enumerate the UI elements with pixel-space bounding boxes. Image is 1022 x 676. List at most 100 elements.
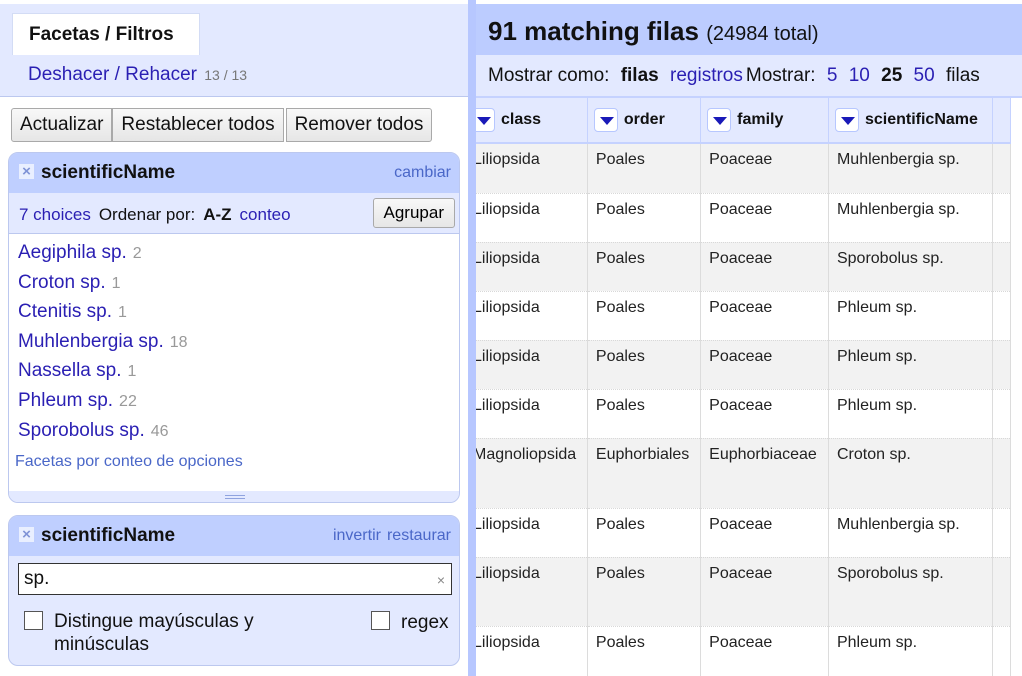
- cell-scientificname[interactable]: Phleum sp.: [828, 291, 993, 341]
- cell-next[interactable]: [992, 193, 1012, 243]
- facet-choice[interactable]: Aegiphila sp. 2: [9, 238, 459, 268]
- cell-family[interactable]: Poaceae: [700, 193, 829, 243]
- cell-family[interactable]: Poaceae: [700, 242, 829, 292]
- cell-order[interactable]: Poales: [587, 242, 702, 292]
- cell-scientificname[interactable]: Sporobolus sp.: [828, 557, 993, 627]
- cell-class[interactable]: Magnoliopsida: [476, 438, 588, 509]
- cell-next[interactable]: [992, 626, 1012, 676]
- refresh-button[interactable]: Actualizar: [11, 108, 113, 142]
- column-menu-dropdown-icon[interactable]: [476, 108, 495, 132]
- cell-order[interactable]: Euphorbiales: [587, 438, 702, 509]
- page-size-10[interactable]: 10: [849, 65, 870, 86]
- cell-order[interactable]: Poales: [587, 557, 702, 627]
- facet-choice[interactable]: Croton sp. 1: [9, 268, 459, 298]
- data-table-viewport[interactable]: class order family scientificName Liliop…: [476, 98, 1022, 676]
- cell-next[interactable]: [992, 389, 1012, 439]
- column-header-order[interactable]: order: [587, 98, 702, 144]
- cell-order[interactable]: Poales: [587, 143, 702, 194]
- page-size-5[interactable]: 5: [827, 65, 838, 86]
- facet-resize-handle[interactable]: [9, 491, 459, 502]
- facet-choice[interactable]: Sporobolus sp. 46: [9, 416, 459, 446]
- cell-order[interactable]: Poales: [587, 626, 702, 676]
- facet-choice[interactable]: Ctenitis sp. 1: [9, 297, 459, 327]
- cluster-button[interactable]: Agrupar: [372, 198, 455, 228]
- cell-order[interactable]: Poales: [587, 508, 702, 558]
- cell-next[interactable]: [992, 508, 1012, 558]
- cell-family[interactable]: Poaceae: [700, 340, 829, 390]
- cell-family[interactable]: Poaceae: [700, 389, 829, 439]
- column-header-next[interactable]: [992, 98, 1012, 144]
- cell-order[interactable]: Poales: [587, 389, 702, 439]
- cell-family[interactable]: Poaceae: [700, 626, 829, 676]
- facet-choice-name[interactable]: Ctenitis sp.: [18, 301, 112, 322]
- cell-class[interactable]: Liliopsida: [476, 508, 588, 558]
- cell-scientificname[interactable]: Croton sp.: [828, 438, 993, 509]
- cell-class[interactable]: Liliopsida: [476, 193, 588, 243]
- cell-scientificname[interactable]: Muhlenbergia sp.: [828, 193, 993, 243]
- column-menu-dropdown-icon[interactable]: [707, 108, 732, 132]
- cell-class[interactable]: Liliopsida: [476, 291, 588, 341]
- undo-redo-link[interactable]: Deshacer / Rehacer 13 / 13: [28, 64, 247, 86]
- reset-link[interactable]: restaurar: [387, 527, 451, 544]
- column-header-family[interactable]: family: [700, 98, 829, 144]
- facet-choice[interactable]: Phleum sp. 22: [9, 386, 459, 416]
- cell-class[interactable]: Liliopsida: [476, 340, 588, 390]
- close-icon[interactable]: ×: [19, 164, 34, 179]
- cell-order[interactable]: Poales: [587, 193, 702, 243]
- records-mode-option[interactable]: registros: [670, 65, 743, 86]
- close-icon[interactable]: ×: [19, 527, 34, 542]
- sort-az-option[interactable]: A-Z: [203, 205, 231, 224]
- cell-next[interactable]: [992, 143, 1012, 194]
- column-header-scientificname[interactable]: scientificName: [828, 98, 993, 144]
- cell-order[interactable]: Poales: [587, 340, 702, 390]
- cell-class[interactable]: Liliopsida: [476, 389, 588, 439]
- facet-choice-name[interactable]: Phleum sp.: [18, 390, 113, 411]
- cell-next[interactable]: [992, 242, 1012, 292]
- facet-choice-name[interactable]: Muhlenbergia sp.: [18, 331, 164, 352]
- facet-choice-name[interactable]: Nassella sp.: [18, 360, 122, 381]
- clear-filter-icon[interactable]: ×: [437, 572, 445, 588]
- sort-count-option[interactable]: conteo: [240, 205, 291, 224]
- cell-scientificname[interactable]: Phleum sp.: [828, 340, 993, 390]
- column-header-class[interactable]: class: [476, 98, 588, 144]
- facet-choice[interactable]: Nassella sp. 1: [9, 356, 459, 386]
- tab-facets-filters[interactable]: Facetas / Filtros: [12, 13, 200, 55]
- invert-link[interactable]: invertir: [333, 527, 381, 544]
- page-size-25[interactable]: 25: [881, 65, 902, 86]
- cell-class[interactable]: Liliopsida: [476, 242, 588, 292]
- cell-next[interactable]: [992, 438, 1012, 509]
- cell-family[interactable]: Poaceae: [700, 508, 829, 558]
- cell-class[interactable]: Liliopsida: [476, 143, 588, 194]
- cell-scientificname[interactable]: Phleum sp.: [828, 626, 993, 676]
- change-link[interactable]: cambiar: [394, 164, 451, 181]
- reset-all-button[interactable]: Restablecer todos: [112, 108, 284, 142]
- cell-order[interactable]: Poales: [587, 291, 702, 341]
- cell-class[interactable]: Liliopsida: [476, 557, 588, 627]
- cell-family[interactable]: Poaceae: [700, 291, 829, 341]
- facet-choice-name[interactable]: Aegiphila sp.: [18, 242, 127, 263]
- column-menu-dropdown-icon[interactable]: [834, 108, 859, 132]
- cell-family[interactable]: Poaceae: [700, 557, 829, 627]
- text-filter-input[interactable]: sp.: [18, 563, 452, 595]
- cell-scientificname[interactable]: Phleum sp.: [828, 389, 993, 439]
- case-sensitive-checkbox[interactable]: [24, 611, 43, 630]
- cell-next[interactable]: [992, 291, 1012, 341]
- cell-next[interactable]: [992, 557, 1012, 627]
- choices-count-link[interactable]: 7 choices: [19, 205, 91, 224]
- cell-next[interactable]: [992, 340, 1012, 390]
- cell-scientificname[interactable]: Muhlenbergia sp.: [828, 508, 993, 558]
- column-menu-dropdown-icon[interactable]: [593, 108, 618, 132]
- cell-family[interactable]: Poaceae: [700, 143, 829, 194]
- rows-mode-option[interactable]: filas: [621, 65, 659, 86]
- remove-all-button[interactable]: Remover todos: [285, 108, 433, 142]
- facet-choice-name[interactable]: Sporobolus sp.: [18, 420, 145, 441]
- facet-choice[interactable]: Muhlenbergia sp. 18: [9, 327, 459, 357]
- facet-choice-name[interactable]: Croton sp.: [18, 272, 106, 293]
- facet-by-count-link[interactable]: Facetas por conteo de opciones: [15, 453, 243, 471]
- cell-scientificname[interactable]: Sporobolus sp.: [828, 242, 993, 292]
- cell-family[interactable]: Euphorbiaceae: [700, 438, 829, 509]
- cell-class[interactable]: Liliopsida: [476, 626, 588, 676]
- cell-scientificname[interactable]: Muhlenbergia sp.: [828, 143, 993, 194]
- regex-checkbox[interactable]: [371, 611, 390, 630]
- page-size-50[interactable]: 50: [914, 65, 935, 86]
